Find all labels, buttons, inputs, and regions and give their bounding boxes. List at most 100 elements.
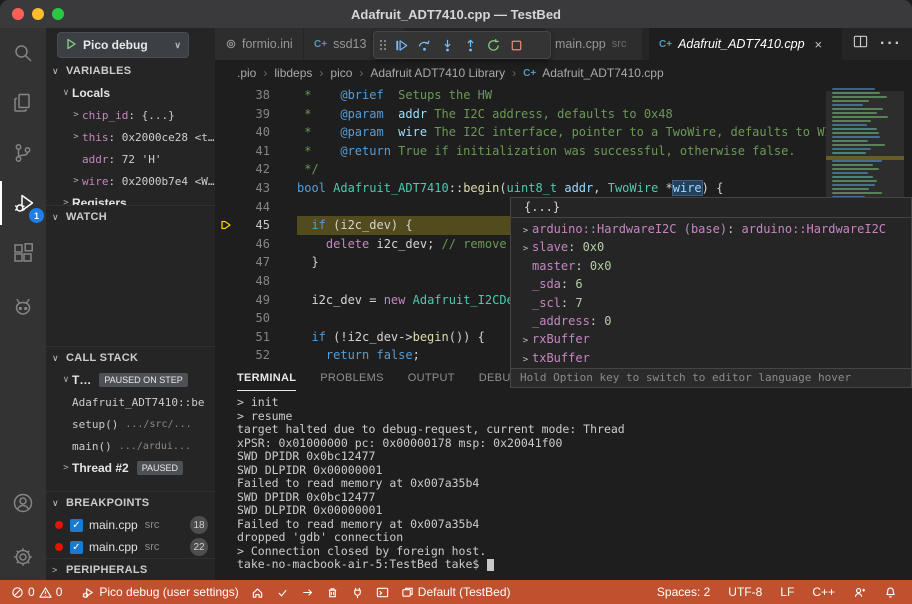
breakpoint-margin[interactable] — [215, 346, 237, 365]
problems-status[interactable]: 0 0 — [6, 585, 67, 599]
account-icon[interactable] — [0, 481, 46, 525]
watch-section-header[interactable]: ∨ WATCH — [46, 205, 215, 228]
close-tab-icon[interactable]: × — [815, 37, 823, 52]
breakpoint-margin[interactable] — [215, 328, 237, 347]
breakpoint-margin[interactable] — [215, 216, 237, 235]
notifications-bell-icon[interactable] — [879, 586, 902, 599]
breakpoint-margin[interactable] — [215, 142, 237, 161]
step-over-button[interactable] — [413, 33, 436, 57]
variable-row[interactable]: >this: 0x2000ce28 <t… — [46, 126, 215, 148]
continue-button[interactable] — [390, 33, 413, 57]
breakpoint-row[interactable]: ✓main.cppsrc18 — [46, 514, 215, 536]
breadcrumb-item[interactable]: libdeps — [274, 66, 312, 80]
breakpoint-margin[interactable] — [215, 105, 237, 124]
hover-variable-row[interactable]: >txBuffer — [511, 349, 911, 367]
terminal-output[interactable]: > init> resumetarget halted due to debug… — [215, 391, 912, 572]
platformio-icon[interactable] — [0, 286, 46, 330]
breakpoint-margin[interactable] — [215, 253, 237, 272]
minimap-slider[interactable] — [826, 91, 904, 209]
line-number[interactable]: 47 — [237, 253, 270, 272]
breakpoint-margin[interactable] — [215, 272, 237, 291]
stop-button[interactable] — [505, 33, 528, 57]
tab-terminal[interactable]: TERMINAL — [237, 372, 296, 391]
settings-gear-icon[interactable] — [0, 535, 46, 579]
hover-variable-row[interactable]: _sda: 6 — [511, 275, 911, 293]
code-line-41[interactable]: 41 * @return True if initialization was … — [215, 142, 912, 161]
callstack-frame-row[interactable]: main().../ardui... — [46, 435, 215, 457]
pio-terminal-button[interactable] — [371, 586, 394, 599]
breakpoint-margin[interactable] — [215, 309, 237, 328]
breadcrumb-file[interactable]: Adafruit_ADT7410.cpp — [542, 66, 663, 80]
locals-group[interactable]: ∨ Locals — [46, 82, 215, 104]
breakpoint-margin[interactable] — [215, 123, 237, 142]
breakpoint-margin[interactable] — [215, 235, 237, 254]
line-number[interactable]: 51 — [237, 328, 270, 347]
callstack-frame-row[interactable]: setup().../src/... — [46, 413, 215, 435]
pio-clean-button[interactable] — [321, 586, 344, 599]
line-number[interactable]: 48 — [237, 272, 270, 291]
tab-adafruit-adt7410-cpp[interactable]: C+ Adafruit_ADT7410.cpp × — [649, 28, 842, 60]
language-mode-status[interactable]: C++ — [807, 585, 840, 599]
indentation-status[interactable]: Spaces: 2 — [652, 585, 715, 599]
line-number[interactable]: 41 — [237, 142, 270, 161]
debug-status[interactable]: Pico debug (user settings) — [77, 585, 243, 599]
line-number[interactable]: 39 — [237, 105, 270, 124]
registers-group-clipped[interactable]: > Registers — [46, 192, 215, 205]
variable-row[interactable]: >wire: 0x2000b7e4 <W… — [46, 170, 215, 192]
hover-variable-row[interactable]: >rxBuffer — [511, 330, 911, 348]
tab-platformio-ini[interactable]: formio.ini — [215, 28, 303, 60]
breakpoint-margin[interactable] — [215, 86, 237, 105]
hover-variable-row[interactable]: >arduino::HardwareI2C (base): arduino::H… — [511, 220, 911, 238]
code-line-43[interactable]: 43bool Adafruit_ADT7410::begin(uint8_t a… — [215, 179, 912, 198]
search-icon[interactable] — [0, 31, 46, 75]
drag-handle-icon[interactable] — [376, 33, 390, 57]
run-debug-icon[interactable]: 1 — [0, 181, 48, 225]
callstack-thread-row[interactable]: >Thread #2PAUSED — [46, 457, 215, 479]
callstack-thread-row[interactable]: ∨T…PAUSED ON STEP — [46, 369, 215, 391]
line-number[interactable]: 46 — [237, 235, 270, 254]
line-number[interactable]: 49 — [237, 291, 270, 310]
line-number[interactable]: 50 — [237, 309, 270, 328]
breakpoint-margin[interactable] — [215, 291, 237, 310]
pio-home-button[interactable] — [246, 586, 269, 599]
breadcrumb-item[interactable]: .pio — [237, 66, 256, 80]
breakpoint-margin[interactable] — [215, 160, 237, 179]
pio-serial-monitor-button[interactable] — [346, 586, 369, 599]
breakpoint-margin[interactable] — [215, 198, 237, 217]
breakpoint-margin[interactable] — [215, 179, 237, 198]
restart-button[interactable] — [482, 33, 505, 57]
line-number[interactable]: 40 — [237, 123, 270, 142]
line-number[interactable]: 42 — [237, 160, 270, 179]
variables-section-header[interactable]: ∨ VARIABLES — [46, 60, 215, 82]
hover-variable-row[interactable]: _scl: 7 — [511, 294, 911, 312]
line-number[interactable]: 43 — [237, 179, 270, 198]
line-number[interactable]: 45 — [237, 216, 270, 235]
feedback-icon[interactable] — [848, 586, 871, 599]
line-number[interactable]: 38 — [237, 86, 270, 105]
variable-row[interactable]: addr: 72 'H' — [46, 148, 215, 170]
line-number[interactable]: 52 — [237, 346, 270, 365]
extensions-icon[interactable] — [0, 231, 46, 275]
tab-problems[interactable]: PROBLEMS — [320, 372, 384, 391]
code-line-40[interactable]: 40 * @param wire The I2C interface, poin… — [215, 123, 912, 142]
line-number[interactable]: 44 — [237, 198, 270, 217]
breadcrumb-item[interactable]: Adafruit ADT7410 Library — [370, 66, 505, 80]
debug-config-picker[interactable]: Pico debug ∨ — [57, 32, 189, 58]
callstack-frame-row[interactable]: Adafruit_ADT7410::be — [46, 391, 215, 413]
pio-build-button[interactable] — [271, 586, 294, 599]
tab-main-cpp[interactable]: main.cpp src — [545, 28, 642, 60]
hover-variable-row[interactable]: >slave: 0x0 — [511, 238, 911, 256]
breadcrumb-item[interactable]: pico — [330, 66, 352, 80]
code-line-42[interactable]: 42 */ — [215, 160, 912, 179]
explorer-icon[interactable] — [0, 81, 46, 125]
step-out-button[interactable] — [459, 33, 482, 57]
pio-project-env[interactable]: Default (TestBed) — [396, 585, 516, 599]
start-debug-icon[interactable] — [65, 38, 77, 53]
step-into-button[interactable] — [436, 33, 459, 57]
more-actions-icon[interactable]: ··· — [880, 35, 902, 53]
breakpoint-row[interactable]: ✓main.cppsrc22 — [46, 536, 215, 558]
source-control-icon[interactable] — [0, 131, 46, 175]
tab-output[interactable]: OUTPUT — [408, 372, 455, 391]
breakpoints-section-header[interactable]: ∨ BREAKPOINTS — [46, 491, 215, 514]
eol-status[interactable]: LF — [775, 585, 799, 599]
